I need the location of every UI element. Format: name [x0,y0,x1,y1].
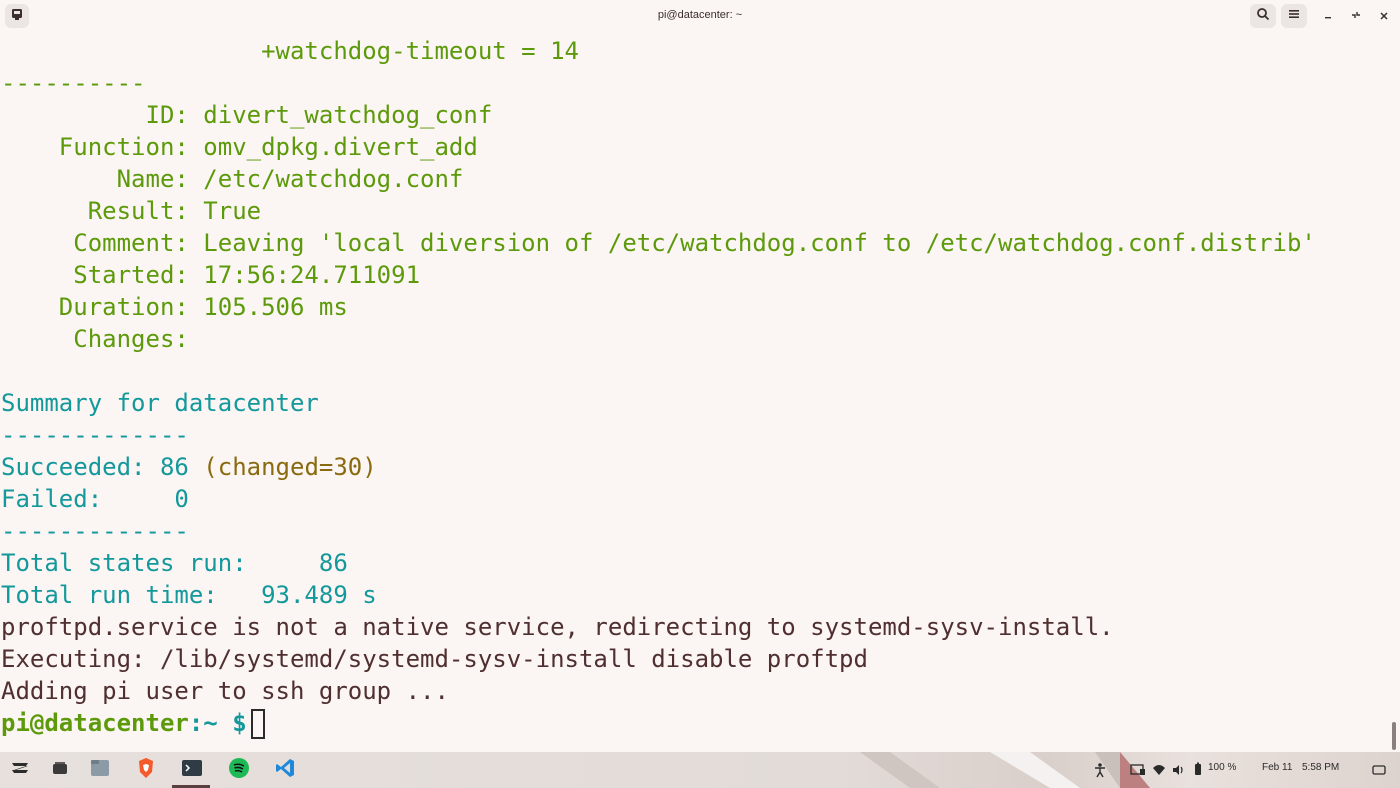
accessibility-icon[interactable] [1093,762,1107,783]
terminal-line: Changes: [1,325,189,353]
folder-icon [89,758,111,783]
window-title: pi@datacenter: ~ [657,9,743,21]
close-button[interactable] [1374,7,1394,27]
window-titlebar: pi@datacenter: ~ [0,0,1400,34]
prompt-path: :~ [188,709,218,737]
zorin-menu-button[interactable] [8,759,32,781]
wifi-icon[interactable] [1152,763,1166,782]
taskbar-vscode[interactable] [273,757,297,784]
terminal-line: Total run time: 93.489 s [1,581,377,609]
terminal-line: Result: True [1,197,262,225]
window-overview-icon [50,760,70,781]
terminal-line: Executing: /lib/systemd/systemd-sysv-ins… [1,645,868,673]
taskbar-files[interactable] [88,759,112,781]
terminal-icon [181,758,203,783]
prompt-user: pi@datacenter [1,709,189,737]
vscode-icon [274,757,296,784]
minimize-button[interactable] [1318,7,1338,27]
terminal-line: ------------- [1,421,189,449]
terminal-line: ID: divert_watchdog_conf [1,101,493,129]
taskbar-brave[interactable] [134,757,158,784]
taskbar-terminal[interactable] [180,759,204,781]
terminal-line: ------------- [1,517,189,545]
volume-icon[interactable] [1171,763,1185,782]
terminal-line: Function: omv_dpkg.divert_add [1,133,478,161]
terminal-line: Started: 17:56:24.711091 [1,261,421,289]
restore-button[interactable] [1346,7,1366,27]
hamburger-menu-icon [1288,7,1300,25]
succeeded-changed: (changed=30) [203,453,377,481]
taskbar-spotify[interactable] [227,757,251,784]
text-cursor [250,709,265,739]
terminal-line: Summary for datacenter [1,389,319,417]
taskbar-files-multitask[interactable] [48,759,72,781]
display-icon[interactable] [1130,763,1146,782]
close-icon [1379,8,1389,26]
minimize-icon [1323,8,1333,26]
terminal-line: Name: /etc/watchdog.conf [1,165,464,193]
terminal-line: Total states run: 86 [1,549,348,577]
terminal-line: Comment: Leaving 'local diversion of /et… [1,229,1316,257]
terminal-scrollbar[interactable] [1392,722,1396,750]
terminal-line: ---------- [1,69,146,97]
terminal-line: +watchdog-timeout = 14 [1,37,579,65]
search-icon [1256,7,1270,26]
taskbar: 100 % Feb 11 5:58 PM [0,752,1400,788]
brave-browser-icon [135,757,157,784]
terminal-output[interactable]: +watchdog-timeout = 14 ---------- ID: di… [0,34,1392,752]
terminal-line: proftpd.service is not a native service,… [1,613,1114,641]
search-button[interactable] [1250,4,1276,28]
hamburger-menu-button[interactable] [1281,4,1307,28]
succeeded-label: Succeeded: 86 [1,453,204,481]
battery-percentage: 100 % [1208,762,1237,773]
clock-time[interactable]: 5:58 PM [1302,762,1339,773]
clock-date[interactable]: Feb 11 [1262,762,1292,773]
prompt-symbol: $ [217,709,247,737]
shell-prompt[interactable]: pi@datacenter:~ $ [1,707,265,739]
terminal-line: Failed: 0 [1,485,189,513]
zorin-logo-icon [9,759,31,782]
terminal-line: Duration: 105.506 ms [1,293,348,321]
show-desktop-icon[interactable] [1372,763,1386,781]
battery-icon[interactable] [1193,762,1203,781]
terminal-line: Adding pi user to ssh group ... [1,677,449,705]
restore-icon [1350,8,1362,26]
spotify-icon [228,757,250,784]
terminal-line-succeeded: Succeeded: 86 (changed=30) [1,451,377,483]
